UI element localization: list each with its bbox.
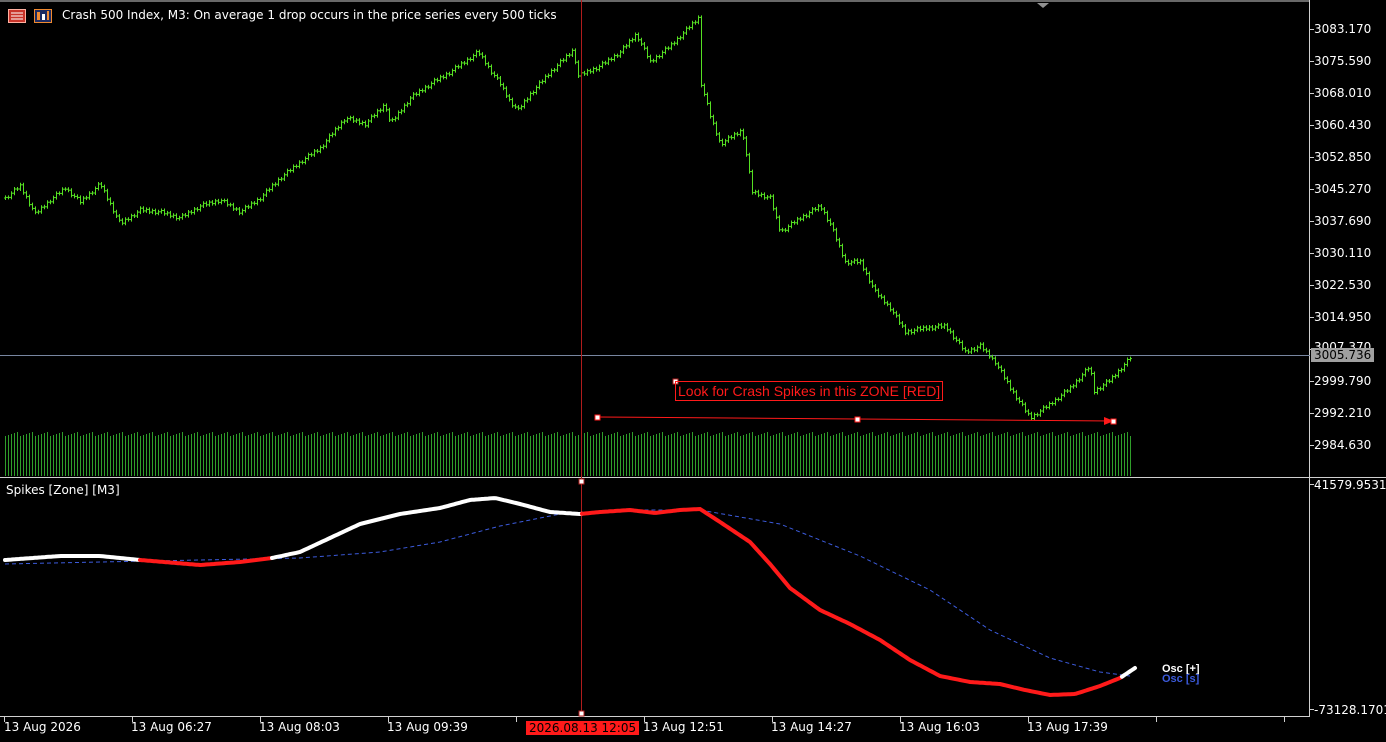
crosshair-time-badge: 2026.08.13 12:05 <box>526 721 640 735</box>
zone-label[interactable]: Look for Crash Spikes in this ZONE [RED] <box>675 381 944 401</box>
price-tick-label: 3014.950 <box>1314 310 1372 324</box>
price-tick-label: 3060.430 <box>1314 118 1372 132</box>
crosshair-handle-bottom[interactable] <box>578 710 585 717</box>
price-tick-label: 3052.850 <box>1314 150 1372 164</box>
price-tick-label: 3037.690 <box>1314 214 1372 228</box>
time-tick-label: 13 Aug 08:03 <box>259 720 340 734</box>
time-tick-label: 13 Aug 12:51 <box>643 720 724 734</box>
sub-axis-top-label: 41579.9531 <box>1314 478 1386 492</box>
oscillator-plot <box>3 496 1137 698</box>
price-tick-label: 3068.010 <box>1314 86 1372 100</box>
subwindow-title: Spikes [Zone] [M3] <box>6 483 120 497</box>
price-tick-label: 3045.270 <box>1314 182 1372 196</box>
price-tick-label: 2992.210 <box>1314 406 1372 420</box>
price-tick-label: 3022.530 <box>1314 278 1372 292</box>
oscillator-segment <box>270 496 584 560</box>
chart-canvas[interactable] <box>0 0 1386 742</box>
current-price-badge: 3005.736 <box>1311 348 1374 362</box>
time-tick-label: 13 Aug 06:27 <box>131 720 212 734</box>
time-tick-label: 13 Aug 14:27 <box>771 720 852 734</box>
time-tick-label: 13 Aug 09:39 <box>387 720 468 734</box>
time-tick-label: 13 Aug 2026 <box>4 720 81 734</box>
sub-axis-bottom-label: -73128.1701 <box>1314 703 1386 717</box>
chart-title: Crash 500 Index, M3: On average 1 drop o… <box>62 8 557 22</box>
price-tick-label: 3030.110 <box>1314 246 1372 260</box>
trendline-handle <box>854 416 861 423</box>
price-tick-label: 2984.630 <box>1314 438 1372 452</box>
price-tick-label: 2999.790 <box>1314 374 1372 388</box>
trendline-handle <box>1110 418 1117 425</box>
trendline-handle <box>594 414 601 421</box>
oscillator-segment <box>138 556 274 568</box>
time-tick-label: 13 Aug 17:39 <box>1027 720 1108 734</box>
shift-marker-icon[interactable] <box>1037 3 1049 8</box>
oscillator-segment <box>580 506 1124 698</box>
indicator-icon[interactable] <box>34 8 52 23</box>
volume-bars <box>5 432 1131 476</box>
time-tick-label: 13 Aug 16:03 <box>899 720 980 734</box>
price-tick-label: 3083.170 <box>1314 22 1372 36</box>
oscillator-segment <box>3 554 142 562</box>
signal-line <box>4 509 1131 677</box>
legend-osc-signal: Osc [s] <box>1162 673 1200 685</box>
price-candles <box>4 15 1132 421</box>
crosshair-handle-top[interactable] <box>578 478 585 485</box>
price-tick-label: 3075.590 <box>1314 54 1372 68</box>
bars-icon[interactable] <box>8 8 26 23</box>
